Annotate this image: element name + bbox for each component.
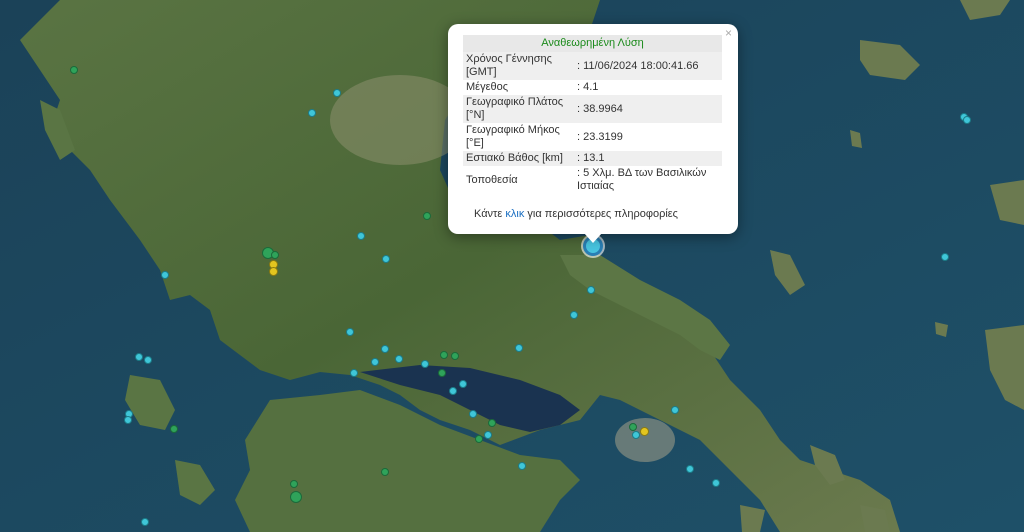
earthquake-marker[interactable] (271, 251, 279, 259)
row-label: Τοποθεσία (466, 173, 518, 186)
table-row: Μέγεθος : 4.1 (463, 80, 722, 95)
table-row: Εστιακό Βάθος [km] : 13.1 (463, 151, 722, 166)
earthquake-marker[interactable] (488, 419, 496, 427)
row-value: : 23.3199 (577, 130, 623, 143)
earthquake-marker[interactable] (170, 425, 178, 433)
row-label: Εστιακό Βάθος [km] (463, 151, 574, 166)
earthquake-marker[interactable] (451, 352, 459, 360)
earthquake-marker[interactable] (161, 271, 169, 279)
earthquake-marker[interactable] (333, 89, 341, 97)
earthquake-marker[interactable] (515, 344, 523, 352)
popup-header: Αναθεωρημένη Λύση (463, 35, 722, 52)
earthquake-marker[interactable] (632, 431, 640, 439)
earthquake-marker[interactable] (629, 423, 637, 431)
earthquake-marker[interactable] (290, 491, 302, 503)
popup-footer: Κάντε κλικ για περισσότερες πληροφορίες (474, 208, 678, 220)
row-value: : 4.1 (577, 81, 599, 93)
row-value: : 38.9964 (574, 95, 722, 123)
earthquake-marker[interactable] (459, 380, 467, 388)
row-value: : 11/06/2024 18:00:41.66 (574, 52, 722, 80)
earthquake-marker[interactable] (587, 286, 595, 294)
table-row: Τοποθεσία : 5 Χλμ. ΒΔ των Βασιλικών Ιστι… (463, 166, 722, 194)
footer-text-after: για περισσότερες πληροφορίες (524, 208, 678, 220)
earthquake-marker[interactable] (346, 328, 354, 336)
close-icon[interactable]: × (725, 26, 732, 40)
earthquake-marker[interactable] (570, 311, 578, 319)
map-view[interactable]: × Αναθεωρημένη Λύση Χρόνος Γέννησης [GMT… (0, 0, 1024, 532)
earthquake-marker[interactable] (640, 427, 649, 436)
earthquake-marker[interactable] (963, 116, 971, 124)
earthquake-marker[interactable] (382, 255, 390, 263)
earthquake-marker[interactable] (440, 351, 448, 359)
earthquake-marker[interactable] (141, 518, 149, 526)
earthquake-marker[interactable] (308, 109, 316, 117)
footer-text-before: Κάντε (474, 208, 506, 220)
earthquake-marker[interactable] (423, 212, 431, 220)
earthquake-marker[interactable] (469, 410, 477, 418)
row-value: : 13.1 (574, 151, 722, 166)
row-label: Χρόνος Γέννησης [GMT] (463, 52, 574, 80)
earthquake-marker[interactable] (438, 369, 446, 377)
earthquake-marker[interactable] (484, 431, 492, 439)
row-label: Γεωγραφικό Πλάτος [°N] (463, 95, 574, 123)
earthquake-marker[interactable] (135, 353, 143, 361)
earthquake-marker[interactable] (357, 232, 365, 240)
more-info-link[interactable]: κλικ (505, 208, 524, 220)
earthquake-marker[interactable] (124, 416, 132, 424)
earthquake-info-popup: × Αναθεωρημένη Λύση Χρόνος Γέννησης [GMT… (448, 24, 738, 243)
table-row: Χρόνος Γέννησης [GMT] : 11/06/2024 18:00… (463, 52, 722, 80)
row-label: Γεωγραφικό Μήκος [°E] (466, 124, 560, 149)
row-value: : 5 Χλμ. ΒΔ των Βασιλικών Ιστιαίας (577, 167, 707, 192)
attica-urban (615, 418, 675, 462)
earthquake-info-table: Αναθεωρημένη Λύση Χρόνος Γέννησης [GMT] … (463, 35, 722, 194)
earthquake-marker[interactable] (350, 369, 358, 377)
table-row: Γεωγραφικό Μήκος [°E] : 23.3199 (463, 123, 722, 151)
earthquake-marker[interactable] (269, 267, 278, 276)
earthquake-marker[interactable] (941, 253, 949, 261)
earthquake-marker[interactable] (686, 465, 694, 473)
earthquake-marker[interactable] (381, 345, 389, 353)
popup-tip (584, 233, 602, 243)
earthquake-marker[interactable] (475, 435, 483, 443)
table-row: Γεωγραφικό Πλάτος [°N] : 38.9964 (463, 95, 722, 123)
earthquake-marker[interactable] (70, 66, 78, 74)
earthquake-marker[interactable] (381, 468, 389, 476)
earthquake-marker[interactable] (712, 479, 720, 487)
earthquake-marker[interactable] (371, 358, 379, 366)
earthquake-marker[interactable] (671, 406, 679, 414)
earthquake-marker[interactable] (518, 462, 526, 470)
earthquake-marker[interactable] (144, 356, 152, 364)
earthquake-marker[interactable] (449, 387, 457, 395)
earthquake-marker[interactable] (421, 360, 429, 368)
earthquake-marker[interactable] (290, 480, 298, 488)
row-label: Μέγεθος (466, 81, 509, 93)
earthquake-marker[interactable] (395, 355, 403, 363)
